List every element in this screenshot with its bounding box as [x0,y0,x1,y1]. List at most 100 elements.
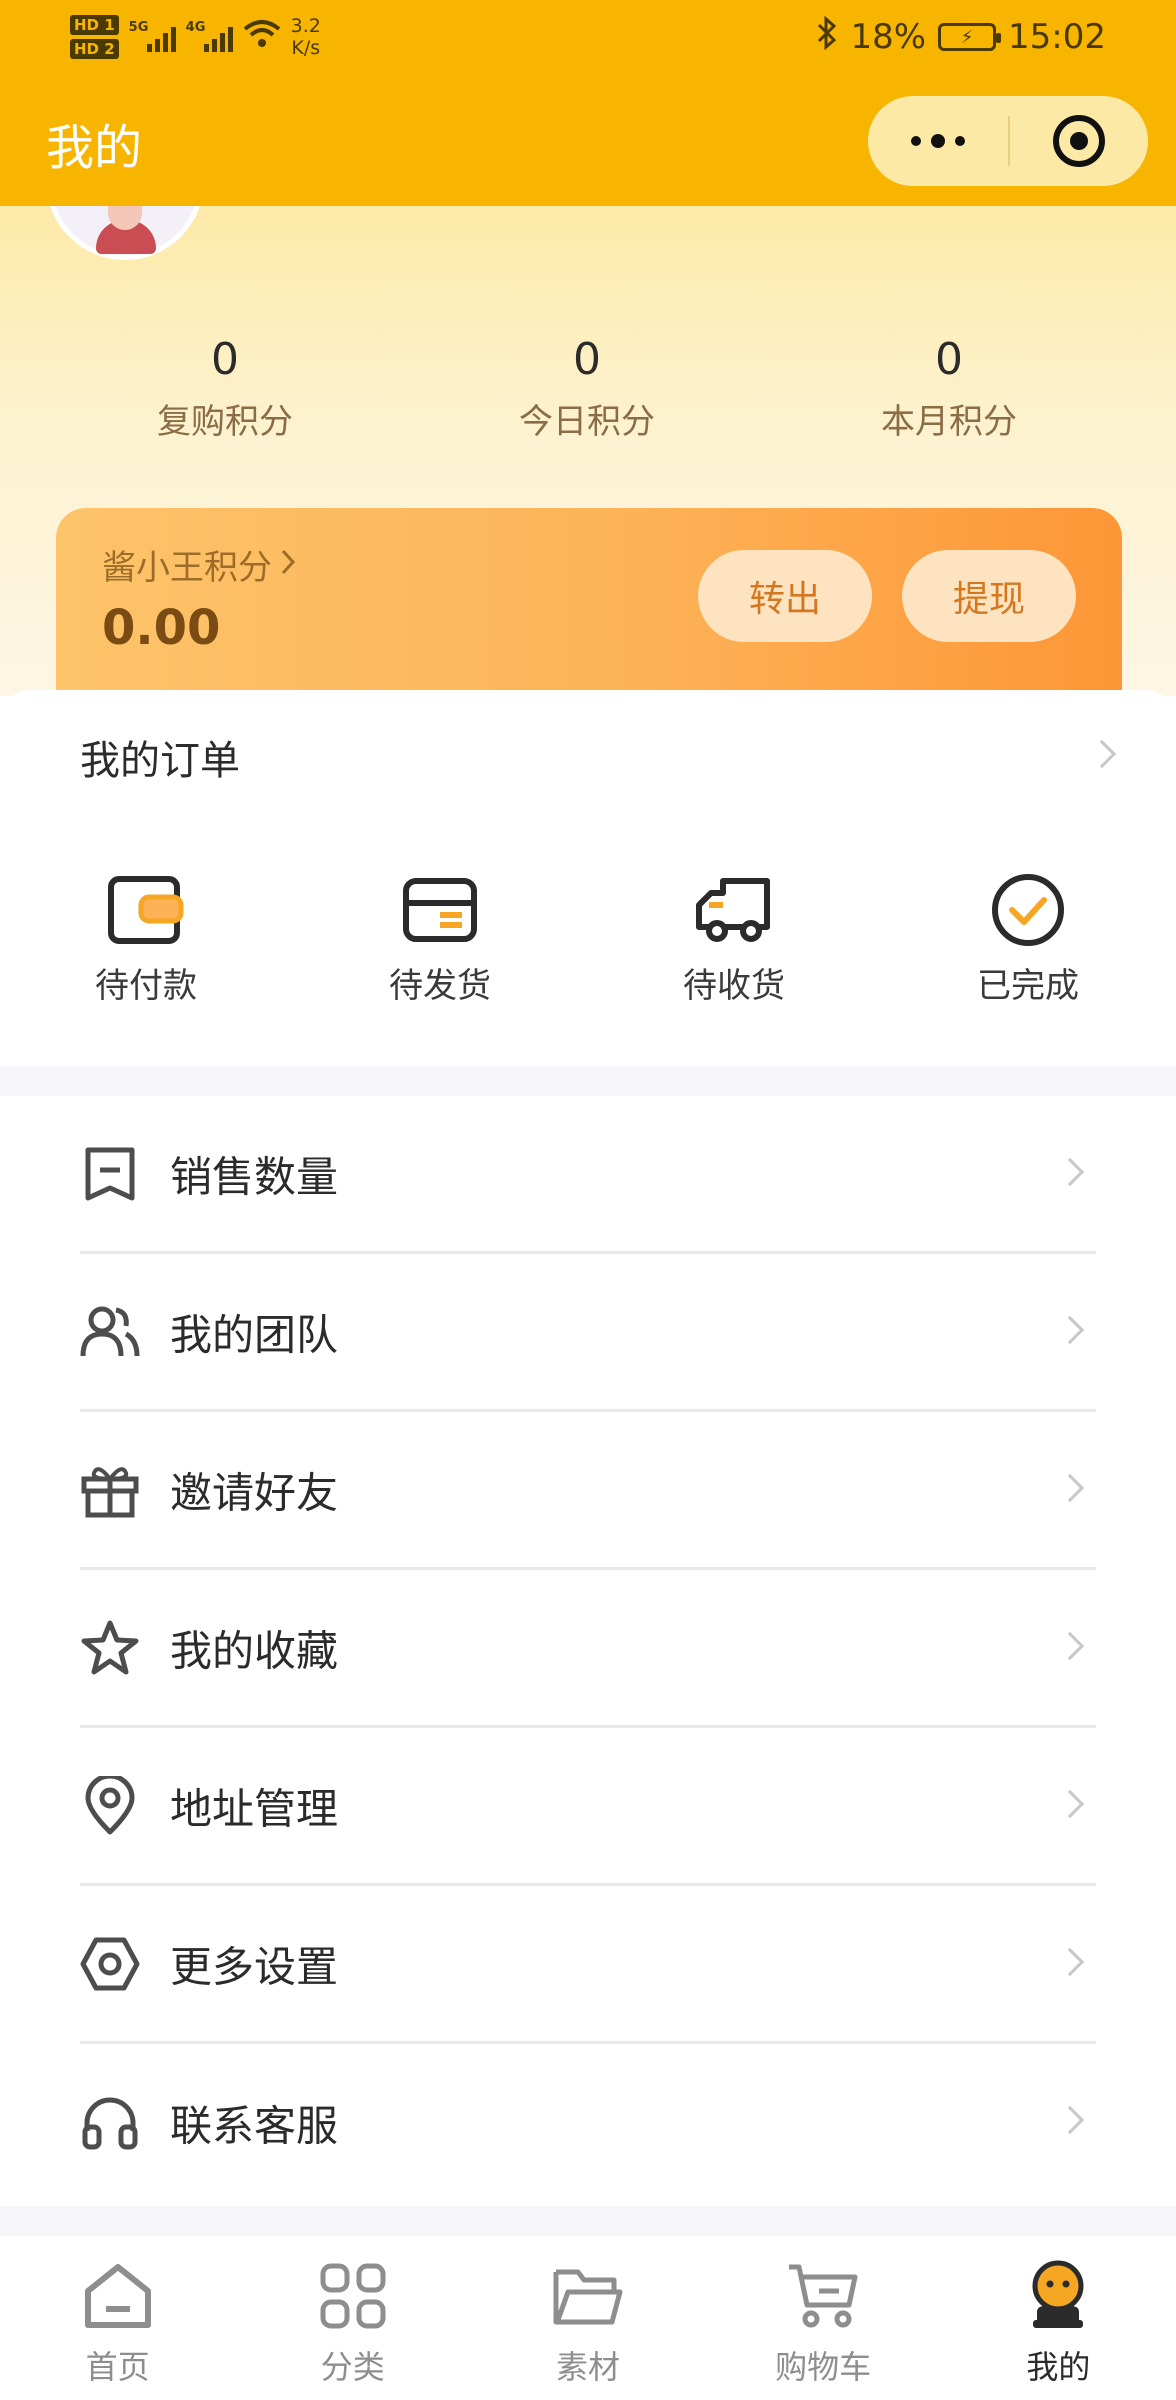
tab-label: 素材 [555,2348,620,2386]
stat-value: 0 [935,334,963,385]
menu-item-customer-service[interactable]: 联系客服 [80,2044,1096,2202]
order-pending-shipment[interactable]: 待发货 [340,870,540,1008]
tab-label: 我的 [1026,2348,1091,2386]
chevron-right-icon [1055,1947,1085,1977]
network-speed: 3.2 K/s [291,15,321,59]
menu-label: 我的收藏 [170,1626,339,1675]
location-pin-icon [80,1775,140,1836]
menu-list: 销售数量 我的团队 邀请好友 我的收藏 地址管理 更多设置 联系客服 [0,1096,1176,2206]
menu-label: 邀请好友 [170,1468,339,1517]
points-amount: 0.00 [102,600,221,656]
menu-item-settings[interactable]: 更多设置 [80,1886,1096,2044]
menu-label: 联系客服 [170,2101,339,2151]
battery-percent: 18% [850,17,927,57]
points-link[interactable]: 酱小王积分 [102,540,296,589]
dot-icon [955,136,965,146]
chevron-right-icon [1055,1473,1085,1503]
truck-icon [634,870,834,950]
bottom-tab-bar: 首页 分类 素材 购物车 我的 [0,2236,1176,2400]
battery-charging-icon: ⚡ [938,23,1002,51]
speed-value: 3.2 [290,15,321,37]
order-completed[interactable]: 已完成 [928,870,1128,1008]
stat-today[interactable]: 0 今日积分 [406,330,768,450]
target-icon [1053,115,1105,167]
chevron-right-icon [1055,2105,1085,2135]
star-icon [80,1618,140,1678]
chevron-right-icon [1055,1631,1085,1661]
dot-icon [931,134,945,148]
grid-icon [313,2256,393,2336]
menu-item-team[interactable]: 我的团队 [80,1254,1096,1412]
settings-hexagon-icon [80,1934,140,1994]
order-label: 待发货 [389,966,491,1006]
bookmark-icon [80,1144,140,1204]
chevron-right-icon [1055,1157,1085,1187]
section-divider [0,1066,1176,1096]
withdraw-button[interactable]: 提现 [902,550,1076,642]
gift-icon [80,1460,140,1520]
chevron-right-icon [280,546,296,584]
order-pending-payment[interactable]: 待付款 [46,870,246,1008]
stat-value: 0 [573,334,601,385]
menu-label: 地址管理 [170,1784,339,1833]
orders-title[interactable]: 我的订单 [80,728,240,786]
tab-label: 购物车 [775,2348,872,2386]
profile-icon [1018,2256,1098,2336]
menu-item-sales[interactable]: 销售数量 [80,1096,1096,1254]
tab-cart[interactable]: 购物车 [706,2236,941,2400]
status-left: HD 1 HD 2 5G 4G 3.2 K/s [70,10,321,64]
tab-category[interactable]: 分类 [235,2236,470,2400]
status-bar: HD 1 HD 2 5G 4G 3.2 K/s 18% ⚡ 15:02 [0,0,1176,72]
section-divider [0,2206,1176,2236]
points-label: 酱小王积分 [102,548,272,588]
menu-item-address[interactable]: 地址管理 [80,1728,1096,1886]
order-label: 待收货 [683,966,785,1006]
stat-label: 本月积分 [881,402,1017,442]
bluetooth-icon [816,15,838,58]
wifi-icon [243,19,281,55]
hd1-badge: HD 1 [70,15,119,35]
menu-item-invite[interactable]: 邀请好友 [80,1412,1096,1570]
folder-icon [548,2256,628,2336]
tab-home[interactable]: 首页 [0,2236,235,2400]
signal-5g-icon: 5G [128,20,176,52]
clock: 15:02 [1008,17,1106,57]
stat-label: 今日积分 [519,402,655,442]
close-miniprogram-button[interactable] [1010,96,1148,186]
hd2-badge: HD 2 [70,39,119,59]
points-card: 酱小王积分 0.00 转出 提现 [56,508,1122,708]
signal-4g-icon: 4G [185,20,233,52]
check-circle-icon [928,870,1128,950]
stat-month[interactable]: 0 本月积分 [768,330,1130,450]
speed-unit: K/s [291,37,321,59]
stat-value: 0 [211,334,239,385]
users-icon [80,1302,140,1362]
menu-label: 更多设置 [170,1942,339,1991]
cart-icon [783,2256,863,2336]
avatar[interactable] [46,206,204,260]
more-menu-button[interactable] [868,96,1008,186]
card-icon [340,870,540,950]
tab-label: 首页 [85,2348,150,2386]
order-label: 待付款 [95,966,197,1006]
order-pending-receipt[interactable]: 待收货 [634,870,834,1008]
chevron-right-icon[interactable] [1087,739,1117,769]
stat-label: 复购积分 [157,402,293,442]
page-title: 我的 [46,120,143,176]
chevron-right-icon [1055,1789,1085,1819]
headphones-icon [80,2093,140,2153]
transfer-button[interactable]: 转出 [698,550,872,642]
net1-label: 5G [128,20,149,35]
points-stats: 0 复购积分 0 今日积分 0 本月积分 [0,330,1176,450]
dot-icon [911,136,921,146]
menu-label: 销售数量 [170,1152,339,1201]
stat-repurchase[interactable]: 0 复购积分 [44,330,406,450]
title-bar: 我的 [0,72,1176,206]
tab-materials[interactable]: 素材 [470,2236,705,2400]
menu-item-favorites[interactable]: 我的收藏 [80,1570,1096,1728]
tab-profile[interactable]: 我的 [941,2236,1176,2400]
net2-label: 4G [185,20,206,35]
orders-card: 我的订单 待付款 待发货 待收货 已完成 [0,690,1176,1066]
order-label: 已完成 [977,966,1079,1006]
tab-label: 分类 [320,2348,385,2386]
